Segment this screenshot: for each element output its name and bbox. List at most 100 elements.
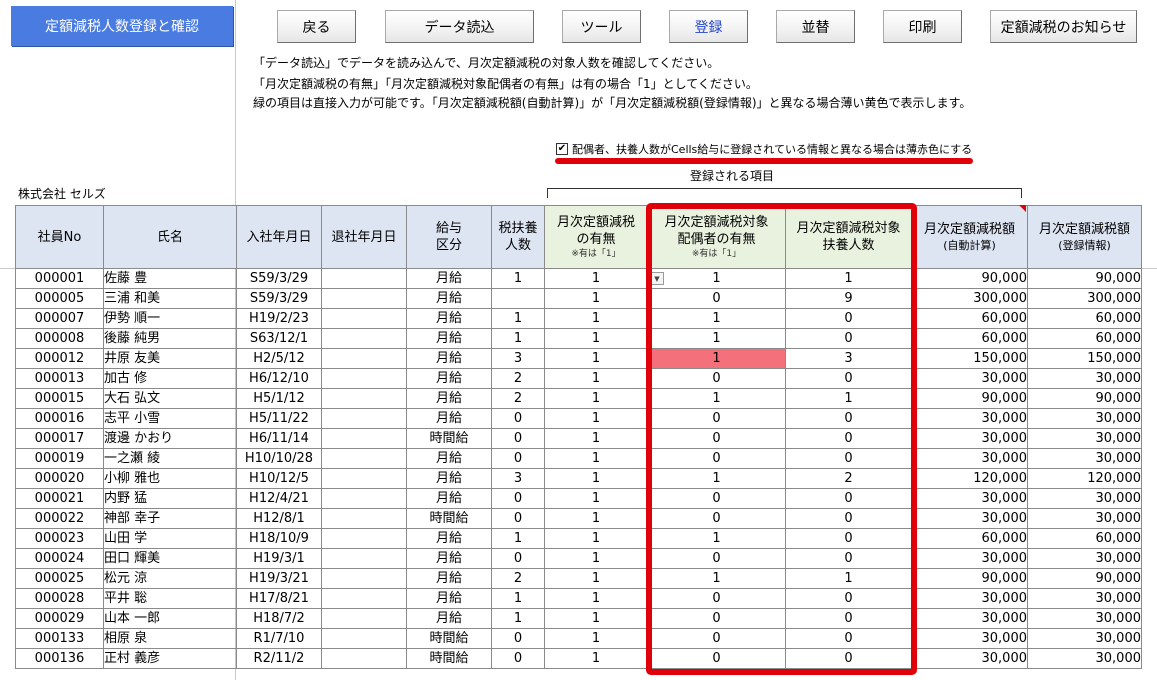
cell-dependents: 1 bbox=[491, 268, 545, 289]
cell-registered-amount: 120,000 bbox=[1027, 468, 1142, 489]
cell-registered-amount: 60,000 bbox=[1027, 528, 1142, 549]
table-row: 000025 松元 涼 H19/3/21 月給 2 1 1 1 90,000 90,000 bbox=[15, 568, 1142, 589]
cell-monthly-reduction[interactable]: 1 bbox=[544, 608, 648, 629]
cell-monthly-reduction[interactable]: 1 bbox=[544, 468, 648, 489]
table-row: 000013 加古 修 H6/12/10 月給 2 1 0 0 30,000 30,000 bbox=[15, 368, 1142, 389]
cell-dependents: 0 bbox=[491, 488, 545, 509]
cell-monthly-reduction[interactable]: 1 bbox=[544, 548, 648, 569]
register-button[interactable]: 登録 bbox=[669, 10, 748, 43]
cell-auto-amount: 60,000 bbox=[911, 328, 1028, 349]
cell-leave-date bbox=[321, 508, 407, 529]
sort-button[interactable]: 並替 bbox=[776, 10, 855, 43]
cell-pay-type: 月給 bbox=[406, 408, 492, 429]
table-row: 000023 山田 学 H18/10/9 月給 1 1 1 0 60,000 60,000 bbox=[15, 528, 1142, 549]
cell-monthly-reduction[interactable]: 1 bbox=[544, 648, 648, 669]
cell-emp-no: 000133 bbox=[15, 628, 104, 649]
cell-monthly-reduction[interactable]: 1 bbox=[544, 428, 648, 449]
cell-registered-amount: 30,000 bbox=[1027, 548, 1142, 569]
cell-monthly-reduction[interactable]: 1 bbox=[544, 388, 648, 409]
cell-join-date: H12/8/1 bbox=[236, 508, 322, 529]
cell-dependents: 1 bbox=[491, 608, 545, 629]
cell-pay-type: 月給 bbox=[406, 588, 492, 609]
cell-registered-amount: 30,000 bbox=[1027, 588, 1142, 609]
back-button[interactable]: 戻る bbox=[277, 10, 356, 43]
table-row: 000022 神部 幸子 H12/8/1 時間給 0 1 0 0 30,000 30,000 bbox=[15, 508, 1142, 529]
header-leave-date: 退社年月日 bbox=[321, 205, 407, 269]
cell-join-date: S59/3/29 bbox=[236, 288, 322, 309]
cell-dependents: 3 bbox=[491, 468, 545, 489]
cell-auto-amount: 120,000 bbox=[911, 468, 1028, 489]
cell-auto-amount: 30,000 bbox=[911, 488, 1028, 509]
cell-monthly-reduction[interactable]: 1 bbox=[544, 308, 648, 329]
cell-auto-amount: 30,000 bbox=[911, 448, 1028, 469]
header-auto-line1: 月次定額減税額 bbox=[923, 222, 1015, 237]
comment-indicator bbox=[1019, 205, 1026, 212]
cell-emp-no: 000005 bbox=[15, 288, 104, 309]
cell-dependents: 2 bbox=[491, 368, 545, 389]
cell-auto-amount: 30,000 bbox=[911, 608, 1028, 629]
header-auto-amount: 月次定額減税額 (自動計算) bbox=[911, 205, 1028, 269]
tools-button[interactable]: ツール bbox=[562, 10, 641, 43]
cell-monthly-reduction[interactable]: 1 bbox=[544, 568, 648, 589]
cell-emp-no: 000022 bbox=[15, 508, 104, 529]
table-row: 000021 内野 猛 H12/4/21 月給 0 1 0 0 30,000 30,000 bbox=[15, 488, 1142, 509]
cell-monthly-reduction[interactable]: 1 bbox=[544, 288, 648, 309]
table-row: 000028 平井 聡 H17/8/21 月給 1 1 0 0 30,000 30,000 bbox=[15, 588, 1142, 609]
cell-join-date: H18/7/2 bbox=[236, 608, 322, 629]
cell-auto-amount: 60,000 bbox=[911, 528, 1028, 549]
cell-monthly-reduction[interactable]: 1 bbox=[544, 368, 648, 389]
cell-emp-no: 000012 bbox=[15, 348, 104, 369]
cell-dependents: 1 bbox=[491, 588, 545, 609]
cell-name: 加古 修 bbox=[103, 368, 237, 389]
cell-dependents: 0 bbox=[491, 648, 545, 669]
cell-monthly-reduction[interactable]: 1 bbox=[544, 528, 648, 549]
cell-auto-amount: 90,000 bbox=[911, 388, 1028, 409]
load-data-button[interactable]: データ読込 bbox=[385, 10, 534, 43]
cell-emp-no: 000023 bbox=[15, 528, 104, 549]
cell-monthly-reduction[interactable]: 1 bbox=[544, 348, 648, 369]
cell-registered-amount: 30,000 bbox=[1027, 508, 1142, 529]
cell-leave-date bbox=[321, 348, 407, 369]
cell-leave-date bbox=[321, 528, 407, 549]
cell-pay-type: 月給 bbox=[406, 328, 492, 349]
cell-auto-amount: 30,000 bbox=[911, 428, 1028, 449]
table-row: 000008 後藤 純男 S63/12/1 月給 1 1 1 0 60,000 60,000 bbox=[15, 328, 1142, 349]
cell-monthly-reduction[interactable]: 1 bbox=[544, 448, 648, 469]
cell-registered-amount: 90,000 bbox=[1027, 568, 1142, 589]
cell-join-date: H5/11/22 bbox=[236, 408, 322, 429]
print-button[interactable]: 印刷 bbox=[883, 10, 962, 43]
cell-pay-type: 月給 bbox=[406, 548, 492, 569]
checkbox-check-icon[interactable]: ✔ bbox=[556, 143, 568, 155]
cell-monthly-reduction[interactable]: 1 bbox=[544, 268, 648, 289]
highlight-mismatch-checkbox[interactable]: ✔ 配偶者、扶養人数がCells給与に登録されている情報と異なる場合は薄赤色にす… bbox=[556, 141, 972, 157]
cell-leave-date bbox=[321, 588, 407, 609]
cell-dependents bbox=[491, 288, 545, 309]
cell-emp-no: 000016 bbox=[15, 408, 104, 429]
cell-emp-no: 000001 bbox=[15, 268, 104, 289]
header-monthly-line1: 月次定額減税 bbox=[556, 215, 635, 230]
cell-auto-amount: 30,000 bbox=[911, 588, 1028, 609]
table-row: 000020 小柳 雅也 H10/12/5 月給 3 1 1 2 120,000 120,000 bbox=[15, 468, 1142, 489]
cell-monthly-reduction[interactable]: 1 bbox=[544, 488, 648, 509]
cell-leave-date bbox=[321, 308, 407, 329]
cell-auto-amount: 30,000 bbox=[911, 408, 1028, 429]
cell-join-date: H12/4/21 bbox=[236, 488, 322, 509]
cell-monthly-reduction[interactable]: 1 bbox=[544, 588, 648, 609]
cell-auto-amount: 30,000 bbox=[911, 368, 1028, 389]
cell-name: 井原 友美 bbox=[103, 348, 237, 369]
header-pay-type-line2: 区分 bbox=[435, 238, 462, 253]
red-underline-annotation bbox=[555, 158, 973, 164]
cell-emp-no: 000015 bbox=[15, 388, 104, 409]
cell-emp-no: 000008 bbox=[15, 328, 104, 349]
cell-monthly-reduction[interactable]: 1 bbox=[544, 408, 648, 429]
cell-name: 伊勢 順一 bbox=[103, 308, 237, 329]
cell-monthly-reduction[interactable]: 1 bbox=[544, 328, 648, 349]
cell-monthly-reduction[interactable]: 1 bbox=[544, 628, 648, 649]
header-monthly-note: ※有は「1」 bbox=[571, 249, 621, 259]
notice-button[interactable]: 定額減税のお知らせ bbox=[990, 10, 1137, 43]
cell-pay-type: 月給 bbox=[406, 288, 492, 309]
cell-monthly-reduction[interactable]: 1 bbox=[544, 508, 648, 529]
cell-dependents: 0 bbox=[491, 428, 545, 449]
cell-pay-type: 月給 bbox=[406, 308, 492, 329]
cell-join-date: H19/3/1 bbox=[236, 548, 322, 569]
